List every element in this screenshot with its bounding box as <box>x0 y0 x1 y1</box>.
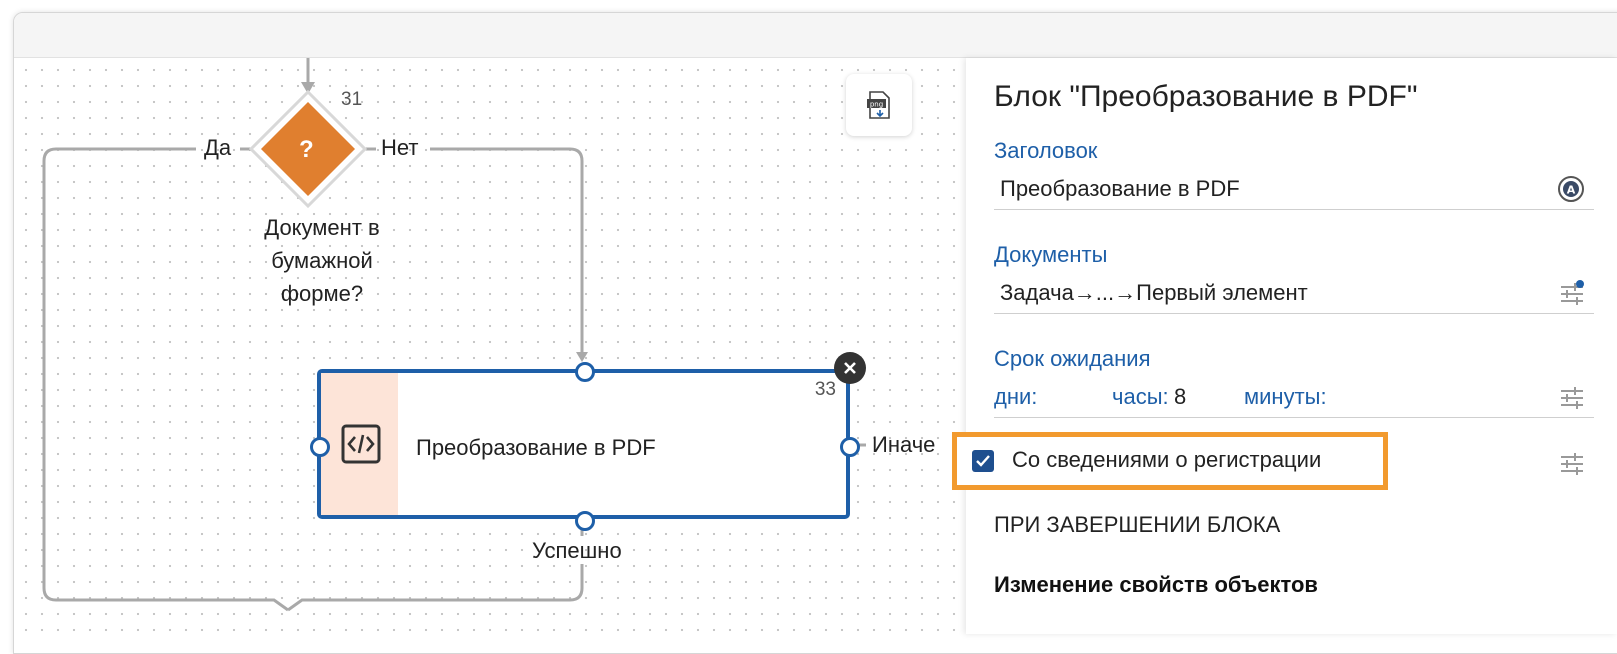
process-diagram-canvas[interactable]: ? 31 Да Нет Документ в бумажной форме? p… <box>14 58 966 634</box>
auto-text-icon[interactable]: A <box>1556 174 1586 204</box>
registration-checkbox-label: Со сведениями о регистрации <box>1012 447 1322 472</box>
success-branch-label: Успешно <box>532 538 622 563</box>
block-success-port[interactable] <box>575 511 595 531</box>
documents-label: Документы <box>994 242 1108 267</box>
heading-value: Преобразование в PDF <box>1000 176 1240 201</box>
condition-label: Документ в бумажной форме? <box>264 215 380 306</box>
export-png-button[interactable]: png <box>846 74 912 136</box>
no-branch-connector <box>430 147 584 354</box>
block-delete-button[interactable] <box>834 352 866 384</box>
block-title: Преобразование в PDF <box>416 435 656 460</box>
days-label: дни: <box>994 384 1038 409</box>
condition-question-icon: ? <box>299 136 314 163</box>
block-number: 33 <box>814 379 836 400</box>
on-complete-section-header: ПРИ ЗАВЕРШЕНИИ БЛОКА <box>994 512 1281 537</box>
window-toolbar <box>14 13 1617 58</box>
no-branch-arrowhead <box>576 352 588 362</box>
panel-title: Блок "Преобразование в PDF" <box>994 80 1418 113</box>
convert-to-pdf-block[interactable]: Преобразование в PDF 33 <box>317 369 850 519</box>
timeout-field[interactable]: дни: часы: 8 минуты: <box>994 378 1594 418</box>
svg-text:png: png <box>870 101 883 109</box>
block-left-port[interactable] <box>310 437 330 457</box>
change-properties-header: Изменение свойств объектов <box>994 572 1318 597</box>
minutes-label: минуты: <box>1244 384 1327 409</box>
no-branch-label: Нет <box>381 135 419 160</box>
svg-text:A: A <box>1567 184 1576 197</box>
timeout-label: Срок ожидания <box>994 346 1151 371</box>
else-branch-label: Иначе <box>872 432 936 457</box>
success-connector <box>287 564 584 612</box>
heading-label: Заголовок <box>994 138 1098 163</box>
properties-panel: Блок "Преобразование в PDF" Заголовок Пр… <box>952 58 1617 634</box>
code-icon <box>341 424 381 464</box>
yes-branch-label: Да <box>204 135 232 160</box>
documents-field[interactable]: Задача→...→Первый элемент <box>994 274 1594 314</box>
settings-sliders-icon[interactable] <box>1558 382 1586 412</box>
settings-sliders-icon[interactable] <box>1558 278 1586 308</box>
close-icon <box>844 362 856 374</box>
registration-checkbox[interactable] <box>972 450 994 472</box>
diagram-connectors <box>42 58 866 612</box>
registration-checkbox-row[interactable]: Со сведениями о регистрации <box>952 432 1388 490</box>
heading-field[interactable]: Преобразование в PDF A <box>994 170 1594 210</box>
checkmark-icon <box>976 455 990 467</box>
block-else-port[interactable] <box>840 437 860 457</box>
block-input-port[interactable] <box>575 362 595 382</box>
condition-number: 31 <box>341 89 363 110</box>
hours-value: 8 <box>1174 384 1187 409</box>
documents-value: Задача→...→Первый элемент <box>1000 280 1308 305</box>
settings-sliders-icon[interactable] <box>1558 448 1586 478</box>
png-export-icon: png <box>867 91 890 119</box>
hours-label: часы: <box>1112 384 1169 409</box>
